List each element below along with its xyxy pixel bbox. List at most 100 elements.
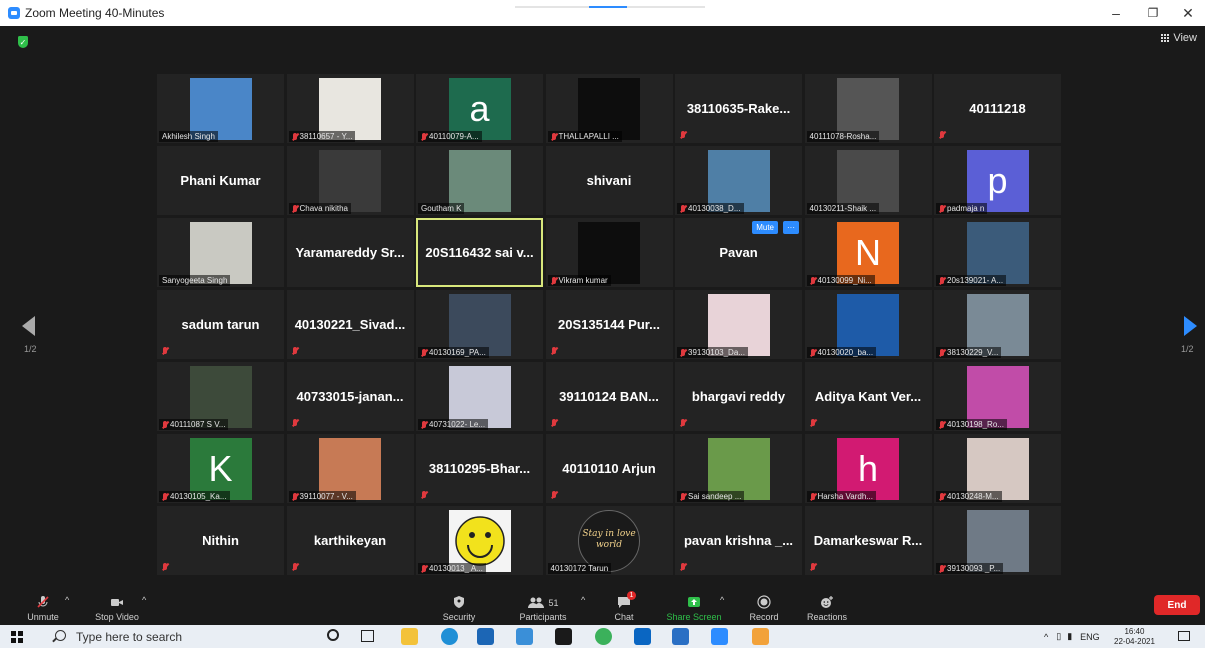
muted-mic-icon: [421, 564, 427, 573]
participant-tile[interactable]: 40130020_ba...: [804, 290, 932, 359]
participant-tile[interactable]: p padmaja n: [934, 146, 1061, 215]
share-options-caret-icon[interactable]: ^: [720, 595, 724, 605]
chrome-browser-icon[interactable]: [595, 628, 612, 645]
minimize-button[interactable]: –: [1099, 0, 1133, 26]
participant-name-text: 40130099_Ni...: [817, 276, 872, 285]
muted-mic-icon: [939, 131, 945, 139]
participant-tile[interactable]: a 40110079-A...: [416, 74, 543, 143]
close-button[interactable]: ✕: [1171, 0, 1205, 26]
participant-tile[interactable]: 40130248-M...: [934, 434, 1061, 503]
dropbox-icon[interactable]: [555, 628, 572, 645]
taskbar-search-box[interactable]: Type here to search: [43, 625, 313, 648]
participant-tile[interactable]: 38130229_V...: [934, 290, 1061, 359]
participant-tile[interactable]: 40130211-Shaik ...: [804, 146, 932, 215]
participant-tile[interactable]: Damarkeswar R...: [804, 506, 932, 575]
participant-tile[interactable]: 20s139021- A...: [934, 218, 1061, 287]
participant-tile[interactable]: sadum tarun: [157, 290, 284, 359]
participant-tile[interactable]: 38110295-Bhar...: [416, 434, 543, 503]
participant-tile[interactable]: Stay in love world 40130172 Tarun: [545, 506, 673, 575]
security-button[interactable]: Security: [436, 592, 482, 625]
record-button[interactable]: Record: [744, 592, 784, 625]
participant-tile[interactable]: Chava nikitha: [286, 146, 414, 215]
participant-tile[interactable]: Vikram kumar: [545, 218, 673, 287]
participant-tile[interactable]: Aditya Kant Ver...: [804, 362, 932, 431]
participant-tile[interactable]: Pavan Mute ···: [675, 218, 802, 287]
participant-tile[interactable]: 40111218: [934, 74, 1061, 143]
muted-mic-icon: [292, 492, 298, 501]
stop-video-button[interactable]: Stop Video: [88, 592, 146, 625]
audio-options-caret-icon[interactable]: ^: [65, 595, 69, 605]
participant-tile[interactable]: Goutham K: [416, 146, 543, 215]
mail-app-icon[interactable]: [477, 628, 494, 645]
participant-tile[interactable]: 40130038_D...: [675, 146, 802, 215]
share-screen-button[interactable]: Share Screen: [664, 592, 724, 625]
previous-page-arrow-icon[interactable]: [22, 316, 35, 336]
view-button[interactable]: View: [1161, 32, 1197, 44]
maximize-button[interactable]: ❐: [1136, 0, 1170, 26]
tile-mute-button[interactable]: Mute: [752, 221, 778, 234]
task-view-icon[interactable]: [361, 630, 374, 642]
microphone-tray-icon[interactable]: ▮: [1067, 631, 1072, 642]
participant-name-label: 40130020_ba...: [806, 347, 877, 358]
participant-tile[interactable]: 20S116432 sai v...: [416, 218, 543, 287]
participant-tile[interactable]: Sai sandeep ...: [675, 434, 802, 503]
participant-tile[interactable]: pavan krishna _...: [675, 506, 802, 575]
participant-tile[interactable]: 40111078-Rosha...: [804, 74, 932, 143]
participant-tile[interactable]: shivani: [545, 146, 673, 215]
taskbar-clock[interactable]: 16:40 22-04-2021: [1114, 627, 1155, 647]
participant-tile[interactable]: Sanyogeeta Singh: [157, 218, 284, 287]
windows-start-icon[interactable]: [11, 631, 23, 643]
participant-tile[interactable]: 40130198_Ro...: [934, 362, 1061, 431]
participant-tile[interactable]: 38110657 - Y...: [286, 74, 414, 143]
participant-tile[interactable]: Yaramareddy Sr...: [286, 218, 414, 287]
participant-tile[interactable]: 40130169_PA...: [416, 290, 543, 359]
participant-tile[interactable]: 40130221_Sivad...: [286, 290, 414, 359]
next-page-arrow-icon[interactable]: [1184, 316, 1197, 336]
participant-tile[interactable]: 40733015-janan...: [286, 362, 414, 431]
video-options-caret-icon[interactable]: ^: [142, 595, 146, 605]
participant-tile[interactable]: THALLAPALLI ...: [545, 74, 673, 143]
muted-mic-icon: [162, 492, 168, 501]
file-explorer-icon[interactable]: [401, 628, 418, 645]
participant-tile[interactable]: 40731022- Le...: [416, 362, 543, 431]
participant-tile[interactable]: 40111087 S V...: [157, 362, 284, 431]
battery-icon[interactable]: ▯: [1056, 631, 1061, 642]
participant-tile[interactable]: karthikeyan: [286, 506, 414, 575]
participant-tile[interactable]: N 40130099_Ni...: [804, 218, 932, 287]
photos-app-icon[interactable]: [672, 628, 689, 645]
end-meeting-button[interactable]: End: [1154, 595, 1200, 615]
edge-browser-icon[interactable]: [441, 628, 458, 645]
participant-tile[interactable]: 39130093 _P...: [934, 506, 1061, 575]
participant-tile[interactable]: 38110635-Rake...: [675, 74, 802, 143]
participant-tile[interactable]: Phani Kumar: [157, 146, 284, 215]
participant-tile[interactable]: 40110110 Arjun: [545, 434, 673, 503]
amazon-store-icon[interactable]: [516, 628, 533, 645]
participant-tile[interactable]: h Harsha Vardh...: [804, 434, 932, 503]
tray-expand-icon[interactable]: ^: [1044, 632, 1048, 642]
muted-mic-icon: [680, 492, 686, 501]
notifications-icon[interactable]: [1178, 631, 1190, 641]
participant-tile[interactable]: Nithin: [157, 506, 284, 575]
participant-tile[interactable]: Akhilesh Singh: [157, 74, 284, 143]
vlc-app-icon[interactable]: [752, 628, 769, 645]
participant-tile[interactable]: 20S135144 Pur...: [545, 290, 673, 359]
participant-name-text: 40130248-M...: [947, 492, 999, 501]
muted-mic-icon: [680, 204, 686, 213]
reactions-button[interactable]: Reactions: [803, 592, 851, 625]
participant-tile[interactable]: 40130013_ A...: [416, 506, 543, 575]
participant-tile[interactable]: 39110124 BAN...: [545, 362, 673, 431]
chat-button[interactable]: 1 Chat: [603, 591, 645, 625]
tile-more-options-button[interactable]: ···: [783, 221, 799, 234]
participants-button[interactable]: 51 Participants: [512, 592, 574, 625]
participant-tile[interactable]: 39130103_Da...: [675, 290, 802, 359]
participant-tile[interactable]: bhargavi reddy: [675, 362, 802, 431]
participant-tile[interactable]: 39110077 - V...: [286, 434, 414, 503]
language-indicator[interactable]: ENG: [1080, 632, 1100, 642]
security-shield-icon[interactable]: ✓: [18, 36, 28, 48]
participants-caret-icon[interactable]: ^: [581, 595, 585, 605]
zoom-taskbar-icon[interactable]: [711, 628, 728, 645]
unmute-button[interactable]: Unmute: [20, 592, 66, 625]
cortana-icon[interactable]: [327, 629, 339, 641]
linkedin-icon[interactable]: [634, 628, 651, 645]
participant-tile[interactable]: K 40130105_Ka...: [157, 434, 284, 503]
